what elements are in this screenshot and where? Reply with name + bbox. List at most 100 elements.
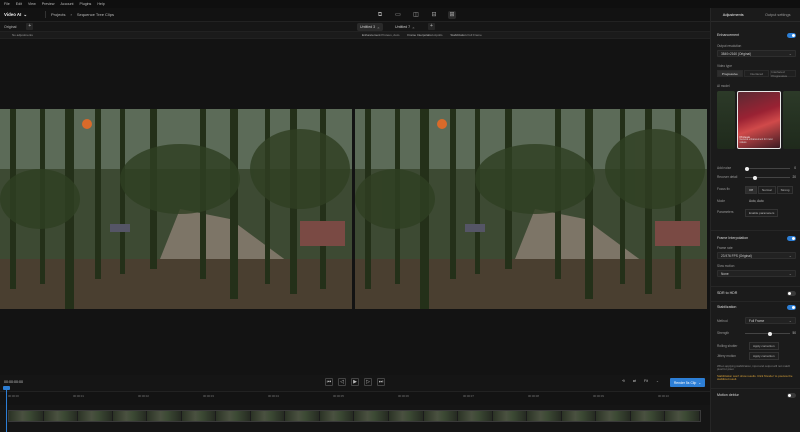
repeat-icon[interactable]: ⇄	[633, 379, 636, 383]
app-logo[interactable]: Video AI ⌄	[4, 12, 27, 18]
focus-fix-normal[interactable]: Normal	[757, 186, 776, 194]
menu-account[interactable]: Account	[61, 2, 74, 6]
menu-preview[interactable]: Preview	[42, 2, 55, 6]
preview-area[interactable]	[0, 39, 710, 375]
model-description: General enhancement for most videos	[739, 138, 773, 145]
mode-value[interactable]: Auto, Auto	[749, 199, 764, 203]
ruler-label: 00:00:06	[398, 394, 409, 398]
chevron-down-icon: ⌄	[788, 318, 792, 323]
chevron-down-icon[interactable]: ⌄	[656, 379, 659, 383]
timecode: 00:00:00:00	[4, 380, 23, 384]
recover-detail-slider[interactable]	[745, 175, 790, 180]
output-resolution-label: Output resolution	[717, 44, 742, 48]
video-track[interactable]	[8, 410, 701, 422]
menu-view[interactable]: View	[28, 2, 36, 6]
transport-bar: 00:00:00:00 ⏮ ◁ ▶ ▷ ⏭ ⟲ ⇄ Fit ⌄ Render 5…	[0, 375, 710, 391]
stabilization-note: When applying stabilization, input and o…	[717, 364, 791, 372]
model-card[interactable]	[717, 91, 735, 149]
stabilization-toggle[interactable]	[787, 305, 796, 310]
menu-plugins[interactable]: Plugins	[80, 2, 92, 6]
zoom-select[interactable]: Fit	[644, 379, 648, 383]
next-frame-icon[interactable]: ▷	[364, 378, 372, 386]
track-thumbnail	[181, 411, 217, 421]
side-by-side-icon[interactable]: ▭	[394, 11, 402, 19]
focus-fix-strong[interactable]: Strong	[776, 186, 794, 194]
render-button[interactable]: Render 5s Clip ⌄	[670, 378, 705, 387]
video-type-interlaced-progressive[interactable]: Interlaced Progressive	[770, 70, 797, 78]
close-icon[interactable]: ×	[377, 25, 379, 30]
jittery-motion-button[interactable]: Apply correction	[749, 352, 779, 360]
video-type-interlaced[interactable]: Interlaced	[743, 70, 770, 77]
ruler-label: 00:00:09	[593, 394, 604, 398]
enable-parameters-button[interactable]: Enable parameters	[745, 209, 779, 217]
summary-interpolation: Frame Interpolation Apollo	[407, 33, 443, 37]
compare-icon[interactable]: ⊟	[430, 11, 438, 19]
sdr-to-hdr-toggle[interactable]	[787, 291, 796, 296]
menu-file[interactable]: File	[4, 2, 10, 6]
overlay-icon[interactable]: ◫	[412, 11, 420, 19]
focus-fix-off[interactable]: Off	[745, 186, 757, 194]
slow-motion-select[interactable]: None ⌄	[717, 270, 796, 277]
split-view-icon[interactable]: ⧉	[376, 11, 384, 19]
slider-knob[interactable]	[753, 175, 758, 180]
track-thumbnail	[354, 411, 390, 421]
model-card-selected[interactable]: Proteus General enhancement for most vid…	[736, 91, 782, 149]
adjustments-panel: Adjustments Output settings Enhancement …	[710, 8, 800, 432]
forest-image	[0, 109, 352, 309]
strength-slider[interactable]	[745, 331, 790, 336]
skip-start-icon[interactable]: ⏮	[325, 378, 333, 386]
video-type-progressive[interactable]: Progressive	[717, 70, 743, 77]
chevron-down-icon: ⌄	[788, 51, 792, 56]
menu-edit[interactable]: Edit	[16, 2, 22, 6]
divider	[45, 11, 47, 18]
ruler-label: 00:00:10	[658, 394, 669, 398]
ruler-label: 00:00:01	[73, 394, 84, 398]
ruler-label: 00:00:02	[138, 394, 149, 398]
chevron-down-icon: ⌄	[788, 271, 792, 276]
original-video-frame[interactable]	[0, 109, 352, 309]
enhancement-toggle[interactable]	[787, 33, 796, 38]
ruler-label: 00:00:04	[268, 394, 279, 398]
timeline-ruler[interactable]: 00:00:00 00:00:01 00:00:02 00:00:03 00:0…	[0, 391, 710, 405]
motion-deblur-toggle[interactable]	[787, 393, 796, 398]
add-tab-button[interactable]: +	[26, 23, 34, 30]
summary-stabilization: Stabilization Full Frame	[450, 33, 482, 37]
slider-knob[interactable]	[745, 166, 749, 171]
enhanced-video-frame[interactable]	[355, 109, 707, 309]
ruler-label: 00:00:08	[528, 394, 539, 398]
rolling-shutter-button[interactable]: Apply correction	[749, 342, 779, 350]
slider-knob[interactable]	[767, 331, 772, 336]
grid-icon[interactable]: ⊞	[448, 11, 456, 19]
forest-image	[355, 109, 707, 309]
menu-help[interactable]: Help	[97, 2, 104, 6]
prev-frame-icon[interactable]: ◁	[338, 378, 346, 386]
breadcrumb-project[interactable]: Sequence Tree Clips	[77, 12, 114, 17]
tab-adjustments[interactable]: Adjustments	[711, 13, 756, 17]
tab-original[interactable]: Original	[4, 25, 16, 29]
add-tab-button-2[interactable]: +	[428, 23, 435, 30]
add-noise-slider[interactable]	[745, 166, 790, 171]
method-select[interactable]: Full Frame ⌄	[745, 317, 796, 324]
tab-bar: Original + Untitled 3 × Untitled 7 × +	[0, 22, 710, 32]
loop-icon[interactable]: ⟲	[622, 379, 625, 383]
recover-detail-value: 20	[792, 175, 796, 179]
tab-untitled-3[interactable]: Untitled 3 ×	[357, 23, 383, 31]
divider	[711, 230, 800, 231]
breadcrumb-projects[interactable]: Projects	[51, 12, 65, 17]
frame-rate-select[interactable]: 23.976 FPS (Original) ⌄	[717, 252, 796, 259]
frame-rate-label: Frame rate	[717, 246, 733, 250]
model-card[interactable]	[783, 91, 800, 149]
close-icon[interactable]: ×	[412, 25, 414, 30]
track-thumbnail	[216, 411, 251, 421]
output-resolution-select[interactable]: 3840×2160 (Original) ⌄	[717, 50, 796, 57]
skip-end-icon[interactable]: ⏭	[377, 378, 385, 386]
playhead[interactable]	[6, 388, 7, 432]
frame-interpolation-title: Frame Interpolation	[717, 236, 749, 240]
tab-untitled-7[interactable]: Untitled 7 ×	[392, 23, 418, 31]
sdr-to-hdr-title: SDR to HDR	[717, 291, 738, 295]
chevron-down-icon: ⌄	[698, 380, 702, 385]
play-icon[interactable]: ▶	[351, 378, 359, 386]
tab-output-settings[interactable]: Output settings	[756, 13, 800, 17]
frame-interpolation-toggle[interactable]	[787, 236, 796, 241]
divider	[711, 286, 800, 287]
